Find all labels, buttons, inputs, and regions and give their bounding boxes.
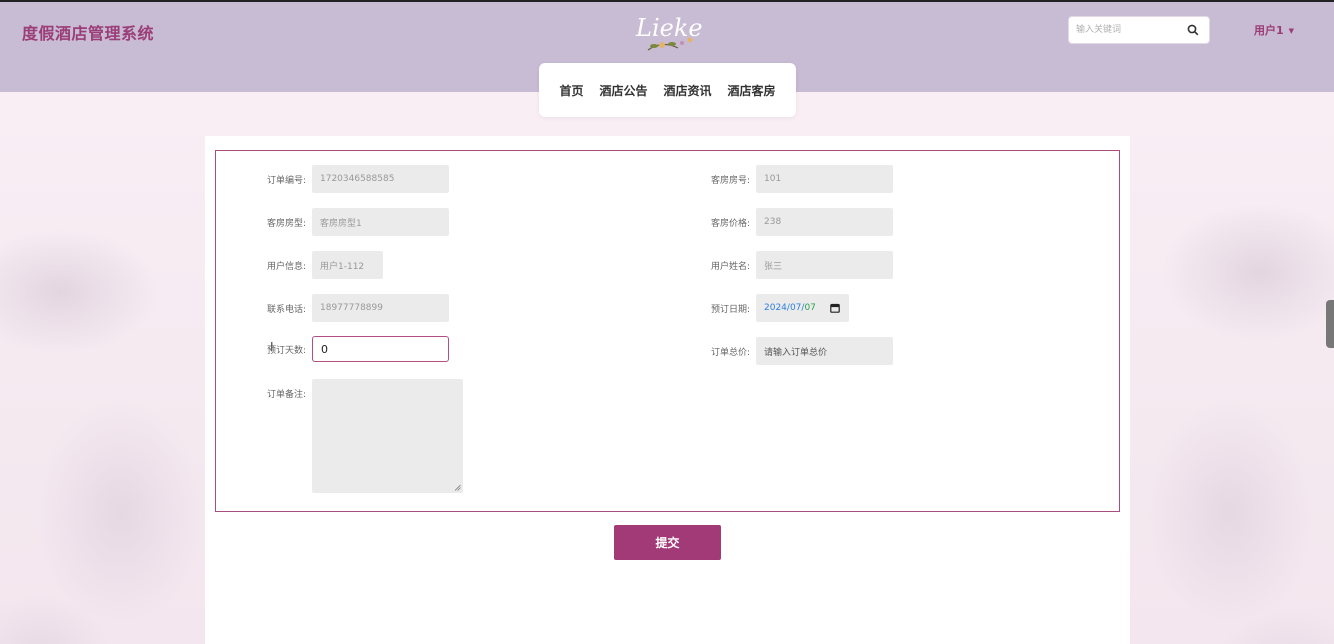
- row-book-date: 预订日期: 2024/07/07: [660, 294, 849, 322]
- side-scroll-tab[interactable]: [1326, 300, 1334, 348]
- book-days-input[interactable]: 0 I: [270, 336, 449, 362]
- row-phone: 联系电话: 18977778899: [216, 294, 449, 322]
- room-type-field[interactable]: 客房房型1: [312, 208, 449, 236]
- user-menu[interactable]: 用户1 ▼: [1254, 22, 1294, 38]
- book-date-label: 预订日期:: [710, 304, 750, 315]
- room-price-label: 客房价格:: [710, 218, 750, 229]
- room-no-field[interactable]: 101: [756, 165, 893, 193]
- order-total-field[interactable]: 请输入订单总价: [756, 337, 893, 365]
- submit-button[interactable]: 提交: [614, 525, 721, 560]
- user-name-field[interactable]: 张三: [756, 251, 893, 279]
- row-room-price: 客房价格: 238: [660, 208, 893, 236]
- order-no-field[interactable]: 1720346588585: [312, 165, 449, 193]
- row-user-name: 用户姓名: 张三: [660, 251, 893, 279]
- search-icon[interactable]: [1187, 24, 1199, 36]
- date-year: 2024: [764, 303, 787, 313]
- book-date-input[interactable]: 2024/07/07: [756, 294, 849, 322]
- nav-item-news[interactable]: 酒店资讯: [664, 82, 712, 99]
- logo-text: Lieke: [635, 14, 703, 42]
- row-order-no: 订单编号: 1720346588585: [216, 165, 449, 193]
- order-note-textarea[interactable]: [312, 379, 463, 493]
- logo[interactable]: Lieke: [628, 6, 708, 56]
- phone-field[interactable]: 18977778899: [312, 294, 449, 322]
- user-info-label: 用户信息:: [266, 261, 306, 272]
- row-order-total: 订单总价: 请输入订单总价: [660, 337, 893, 365]
- search-input[interactable]: [1069, 17, 1179, 43]
- room-no-label: 客房房号:: [710, 175, 750, 186]
- logo-icon: Lieke: [635, 14, 703, 51]
- resize-grip-icon[interactable]: [454, 484, 461, 491]
- row-room-type: 客房房型: 客房房型1: [216, 208, 449, 236]
- row-book-days: 预订天数: 0 I: [216, 336, 449, 362]
- phone-label: 联系电话:: [266, 304, 306, 315]
- nav-item-home[interactable]: 首页: [559, 82, 583, 99]
- user-name: 用户1: [1254, 24, 1284, 37]
- order-form: 订单编号: 1720346588585 客房房型: 客房房型1 用户信息: 用户…: [215, 150, 1120, 512]
- row-order-note: 订单备注:: [216, 379, 463, 493]
- calendar-icon[interactable]: [830, 303, 840, 313]
- nav-item-rooms[interactable]: 酒店客房: [728, 82, 776, 99]
- book-days-value: 0: [321, 342, 328, 356]
- row-room-no: 客房房号: 101: [660, 165, 893, 193]
- order-note-label: 订单备注:: [266, 390, 306, 400]
- room-price-field[interactable]: 238: [756, 208, 893, 236]
- row-user-info: 用户信息: 用户1-112: [216, 251, 383, 279]
- nav-item-announcements[interactable]: 酒店公告: [599, 82, 647, 99]
- order-no-label: 订单编号:: [266, 175, 306, 186]
- search-box: [1068, 16, 1210, 44]
- site-brand[interactable]: 度假酒店管理系统: [22, 20, 154, 44]
- content-panel: 订单编号: 1720346588585 客房房型: 客房房型1 用户信息: 用户…: [205, 136, 1130, 644]
- room-type-label: 客房房型:: [266, 218, 306, 229]
- date-month: 07: [789, 303, 802, 313]
- order-total-label: 订单总价:: [710, 347, 750, 358]
- user-info-select[interactable]: 用户1-112: [312, 251, 383, 279]
- book-days-label: 预订天数:: [266, 345, 306, 356]
- date-day: 07: [804, 303, 816, 313]
- chevron-down-icon: ▼: [1288, 27, 1295, 35]
- user-name-label: 用户姓名:: [710, 261, 750, 272]
- text-cursor-icon: I: [270, 340, 274, 354]
- main-nav: 首页 酒店公告 酒店资讯 酒店客房: [539, 63, 796, 117]
